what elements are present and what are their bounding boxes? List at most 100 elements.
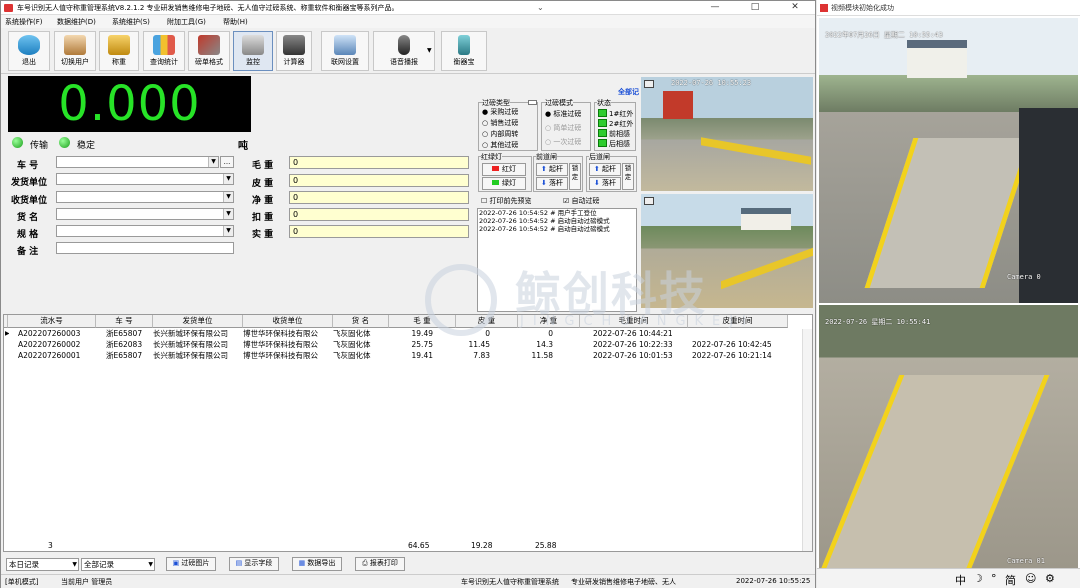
- weigh-mode-option[interactable]: ○ 一次过磅: [545, 137, 581, 147]
- front-gate-raise-button[interactable]: ⬆ 起杆: [536, 163, 568, 176]
- back-gate-raise-button[interactable]: ⬆ 起杆: [589, 163, 621, 176]
- menu-system[interactable]: 系统操作(F): [5, 17, 43, 27]
- weigh-type-option[interactable]: ○ 销售过磅: [482, 118, 518, 128]
- menu-bar: 系统操作(F) 数据维护(D) 系统维护(S) 附加工具(G) 帮助(H): [1, 15, 815, 28]
- ticket-format-button[interactable]: 磅单格式: [188, 31, 230, 71]
- minimize-button[interactable]: —: [695, 1, 735, 15]
- record-filter-select[interactable]: 全部记录 ▼: [81, 558, 155, 571]
- watermark-logo-icon: [425, 264, 497, 336]
- printer-icon: ⎙: [362, 559, 368, 567]
- settings-icon[interactable]: ⚙: [1045, 572, 1055, 585]
- status-item: 后相感: [609, 140, 630, 148]
- voice-broadcast-button[interactable]: 语音播报 ▼: [373, 31, 435, 71]
- table-cell: A202207260001: [18, 351, 81, 360]
- browse-button[interactable]: ...: [220, 156, 234, 168]
- query-stats-button[interactable]: 查询统计: [143, 31, 185, 71]
- chevron-down-icon[interactable]: ▼: [223, 174, 233, 184]
- menu-help[interactable]: 帮助(H): [223, 17, 248, 27]
- auto-weigh-checkbox[interactable]: ☑ 自动过磅: [563, 196, 600, 206]
- record-range-value: 本日记录: [9, 560, 39, 569]
- column-header[interactable]: 流水号: [8, 315, 96, 328]
- back-gate-lower-button[interactable]: ⬇ 落杆: [589, 177, 621, 190]
- watermark-en: JINGCHUANGKEJI: [520, 314, 755, 329]
- weigh-type-option[interactable]: ○ 内部周转: [482, 129, 518, 139]
- weigh-mode-option[interactable]: ○ 简单过磅: [545, 123, 581, 133]
- dropdown-arrow-icon[interactable]: ▼: [427, 47, 432, 54]
- weight-unit: 吨: [238, 141, 248, 152]
- all-records-link[interactable]: 全部记: [618, 87, 639, 97]
- status-title: 状态: [597, 98, 611, 108]
- remark-field[interactable]: [56, 242, 234, 254]
- stable-led-icon: [59, 137, 70, 148]
- chart-icon: [153, 35, 175, 55]
- chevron-down-icon[interactable]: ▼: [223, 209, 233, 219]
- column-header[interactable]: 收货单位: [243, 315, 333, 328]
- gross-field[interactable]: 0: [289, 156, 469, 169]
- network-settings-button[interactable]: 联网设置: [321, 31, 369, 71]
- menu-data[interactable]: 数据维护(D): [57, 17, 96, 27]
- switch-user-button[interactable]: 切换用户: [54, 31, 96, 71]
- print-report-button[interactable]: ⎙ 报表打印: [355, 557, 405, 571]
- raise-label: 起杆: [602, 165, 617, 173]
- chevron-down-icon[interactable]: ⌄: [537, 3, 553, 13]
- chevron-down-icon[interactable]: ▼: [223, 226, 233, 236]
- red-light-button[interactable]: 红灯: [482, 163, 526, 176]
- weigh-mode-option[interactable]: ● 标准过磅: [545, 109, 581, 119]
- front-gate-lock-button[interactable]: 锁定: [569, 163, 581, 190]
- calculator-button[interactable]: 计算器: [276, 31, 312, 71]
- spec-combo[interactable]: ▼: [56, 225, 234, 237]
- column-header[interactable]: 货 名: [333, 315, 389, 328]
- plate-combo[interactable]: ▼: [56, 156, 219, 168]
- table-cell: 博世华环保科技有限公: [243, 340, 318, 349]
- exit-button[interactable]: 退出: [8, 31, 50, 71]
- chevron-down-icon[interactable]: ▼: [208, 157, 218, 167]
- ime-chinese-icon[interactable]: 中: [955, 572, 966, 588]
- camera-icon[interactable]: [644, 80, 654, 88]
- degree-icon[interactable]: °: [991, 572, 997, 585]
- deduct-field[interactable]: 0: [289, 208, 469, 221]
- column-header[interactable]: 车 号: [96, 315, 153, 328]
- show-fields-button[interactable]: ▤ 显示字段: [229, 557, 279, 571]
- table-cell: 博世华环保科技有限公: [243, 329, 318, 338]
- weigh-type-option[interactable]: ● 采购过磅: [482, 107, 518, 117]
- receiver-combo[interactable]: ▼: [56, 191, 234, 203]
- close-button[interactable]: ✕: [775, 1, 815, 15]
- log-line: 2022-07-26 10:54:52 # 用户手工登位: [479, 209, 597, 217]
- sender-combo[interactable]: ▼: [56, 173, 234, 185]
- green-light-button[interactable]: 绿灯: [482, 177, 526, 190]
- net-field[interactable]: 0: [289, 191, 469, 204]
- ime-simplified-icon[interactable]: 简: [1005, 572, 1016, 588]
- emoji-icon[interactable]: ☺: [1025, 572, 1036, 585]
- record-range-select[interactable]: 本日记录 ▼: [6, 558, 79, 571]
- moon-icon[interactable]: ☽: [973, 572, 983, 585]
- export-button[interactable]: ▦ 数据导出: [292, 557, 342, 571]
- weigh-images-button[interactable]: ▣ 过磅图片: [166, 557, 216, 571]
- maximize-button[interactable]: □: [735, 1, 775, 15]
- weigh-label: 称重: [112, 58, 126, 66]
- goods-combo[interactable]: ▼: [56, 208, 234, 220]
- calculator-label: 计算器: [283, 58, 305, 66]
- table-cell: 浙E65807: [106, 329, 143, 338]
- toolbar: 退出 切换用户 称重 查询统计 磅单格式 监控 计算器 联网设置 语音播报 ▼ …: [1, 28, 815, 74]
- row-pointer-icon: ▶: [5, 330, 9, 337]
- monitor-button[interactable]: 监控: [233, 31, 273, 71]
- column-header[interactable]: 发货单位: [153, 315, 243, 328]
- front-gate-lower-button[interactable]: ⬇ 落杆: [536, 177, 568, 190]
- back-gate-lock-button[interactable]: 锁定: [622, 163, 634, 190]
- users-icon: [64, 35, 86, 55]
- weigh-button[interactable]: 称重: [99, 31, 139, 71]
- bottom-toolbar: 本日记录 ▼ 全部记录 ▼ ▣ 过磅图片 ▤ 显示字段 ▦ 数据导出 ⎙ 报表打印: [1, 554, 815, 574]
- tare-field[interactable]: 0: [289, 174, 469, 187]
- camera-icon[interactable]: [644, 197, 654, 205]
- print-preview-checkbox[interactable]: ☐ 打印前先预览: [481, 196, 532, 206]
- vertical-scrollbar[interactable]: [802, 329, 812, 551]
- table-row[interactable]: A202207260001 浙E65807 长兴新城环保有限公司 博世华环保科技…: [4, 351, 812, 361]
- menu-tools[interactable]: 附加工具(G): [167, 17, 206, 27]
- menu-maintenance[interactable]: 系统维护(S): [112, 17, 150, 27]
- arrow-down-icon: ⬇: [540, 179, 547, 187]
- chevron-down-icon[interactable]: ▼: [223, 192, 233, 202]
- weigh-type-option[interactable]: ○ 其他过磅: [482, 140, 518, 150]
- scale-treasure-button[interactable]: 衡器宝: [441, 31, 487, 71]
- print-report-label: 报表打印: [369, 559, 398, 567]
- actual-field[interactable]: 0: [289, 225, 469, 238]
